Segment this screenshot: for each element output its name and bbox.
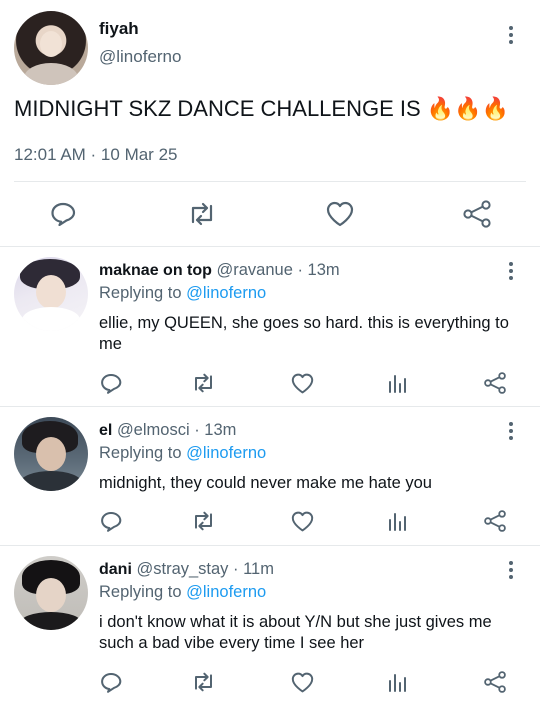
replying-handle-link[interactable]: @linoferno xyxy=(186,444,266,462)
analytics-icon xyxy=(389,513,406,531)
divider xyxy=(14,181,526,182)
replying-to: Replying to @linoferno xyxy=(99,444,266,463)
more-options-icon[interactable] xyxy=(508,26,514,44)
reply-time[interactable]: · 13m xyxy=(293,261,339,279)
replying-to: Replying to @linoferno xyxy=(99,284,266,303)
more-options-icon[interactable] xyxy=(508,422,514,440)
avatar[interactable] xyxy=(14,257,88,331)
retweet-icon xyxy=(191,202,213,226)
reply-header: dani @stray_stay · 11m xyxy=(99,560,274,579)
retweet-button[interactable] xyxy=(190,509,216,533)
retweet-button[interactable] xyxy=(190,670,216,694)
divider xyxy=(0,545,540,546)
fire-emoji: 🔥🔥🔥 xyxy=(426,96,509,121)
like-button[interactable] xyxy=(290,509,314,533)
analytics-button[interactable] xyxy=(386,509,410,533)
reply-time[interactable]: · 13m xyxy=(190,421,236,439)
share-icon xyxy=(463,200,491,228)
like-button[interactable] xyxy=(290,371,314,395)
tweet-text-content: MIDNIGHT SKZ DANCE CHALLENGE IS xyxy=(14,96,427,121)
avatar[interactable] xyxy=(14,556,88,630)
retweet-button[interactable] xyxy=(187,200,217,228)
share-button[interactable] xyxy=(482,669,508,695)
analytics-icon xyxy=(389,375,406,393)
retweet-button[interactable] xyxy=(190,371,216,395)
analytics-icon xyxy=(389,674,406,692)
user-handle[interactable]: @linoferno xyxy=(99,47,181,67)
user-handle[interactable]: @elmosci xyxy=(117,421,190,439)
replying-prefix: Replying to xyxy=(99,583,187,601)
divider xyxy=(0,246,540,247)
reply-icon xyxy=(101,511,122,532)
share-button[interactable] xyxy=(482,508,508,534)
replying-handle-link[interactable]: @linoferno xyxy=(186,284,266,302)
reply-time[interactable]: · 11m xyxy=(228,560,274,578)
analytics-button[interactable] xyxy=(386,670,410,694)
reply-icon xyxy=(101,373,122,394)
heart-icon xyxy=(291,511,313,531)
share-icon xyxy=(484,372,506,394)
replying-to: Replying to @linoferno xyxy=(99,583,266,602)
reply-text: midnight, they could never make me hate … xyxy=(99,474,432,492)
share-button[interactable] xyxy=(482,370,508,396)
like-button[interactable] xyxy=(325,200,355,228)
replying-prefix: Replying to xyxy=(99,444,187,462)
retweet-icon xyxy=(194,672,212,692)
display-name[interactable]: maknae on top xyxy=(99,262,212,279)
retweet-icon xyxy=(194,511,212,531)
replying-handle-link[interactable]: @linoferno xyxy=(186,583,266,601)
heart-icon xyxy=(326,201,354,227)
avatar[interactable] xyxy=(14,417,88,491)
reply-button[interactable] xyxy=(99,509,123,533)
share-icon xyxy=(484,671,506,693)
reply-text: i don't know what it is about Y/N but sh… xyxy=(99,613,492,652)
avatar[interactable] xyxy=(14,11,88,85)
replying-prefix: Replying to xyxy=(99,284,187,302)
user-handle[interactable]: @ravanue xyxy=(217,261,293,279)
display-name[interactable]: fiyah xyxy=(99,19,139,39)
reply-icon xyxy=(101,672,122,693)
share-icon xyxy=(484,510,506,532)
analytics-button[interactable] xyxy=(386,371,410,395)
reply-header: el @elmosci · 13m xyxy=(99,421,236,440)
tweet-text: MIDNIGHT SKZ DANCE CHALLENGE IS 🔥🔥🔥 xyxy=(14,96,509,122)
more-options-icon[interactable] xyxy=(508,561,514,579)
retweet-icon xyxy=(194,373,212,393)
heart-icon xyxy=(291,373,313,393)
reply-button[interactable] xyxy=(48,200,78,228)
display-name[interactable]: el xyxy=(99,422,112,439)
divider xyxy=(0,406,540,407)
like-button[interactable] xyxy=(290,670,314,694)
user-handle[interactable]: @stray_stay xyxy=(136,560,228,578)
reply-icon xyxy=(51,202,76,226)
more-options-icon[interactable] xyxy=(508,262,514,280)
heart-icon xyxy=(291,672,313,692)
tweet-timestamp[interactable]: 12:01 AM · 10 Mar 25 xyxy=(14,145,177,165)
reply-header: maknae on top @ravanue · 13m xyxy=(99,261,340,280)
share-button[interactable] xyxy=(461,199,493,229)
reply-button[interactable] xyxy=(99,371,123,395)
reply-text: ellie, my QUEEN, she goes so hard. this … xyxy=(99,314,509,353)
reply-button[interactable] xyxy=(99,670,123,694)
display-name[interactable]: dani xyxy=(99,561,132,578)
